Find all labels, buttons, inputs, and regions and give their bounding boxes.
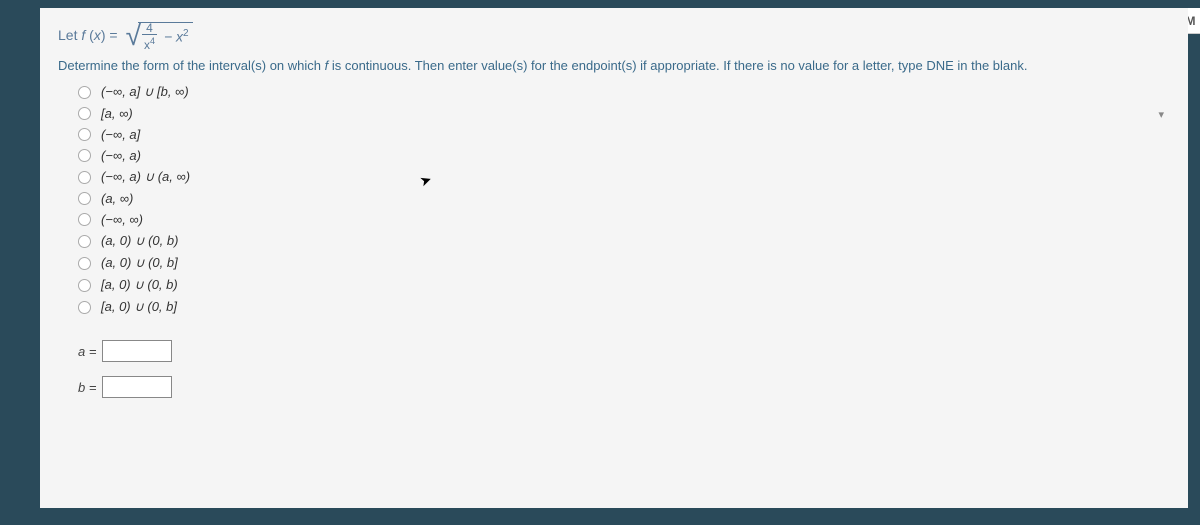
option-row[interactable]: [a, 0) ∪ (0, b): [58, 274, 1170, 296]
radio-icon[interactable]: [78, 257, 91, 270]
option-label: (−∞, a) ∪ (a, ∞): [101, 169, 190, 185]
question-page: Let f (x) = √ 4 x4 − x2 Determine the fo…: [40, 8, 1188, 508]
input-row-b: b =: [78, 376, 1170, 398]
option-row[interactable]: [a, 0) ∪ (0, b]: [58, 296, 1170, 318]
radio-icon[interactable]: [78, 192, 91, 205]
input-row-a: a =: [78, 340, 1170, 362]
radio-icon[interactable]: [78, 128, 91, 141]
option-row[interactable]: (a, 0) ∪ (0, b): [58, 230, 1170, 252]
option-label: (−∞, a]: [101, 127, 140, 142]
radio-icon[interactable]: [78, 301, 91, 314]
option-label: (a, 0) ∪ (0, b]: [101, 255, 178, 271]
endpoint-inputs: a = b =: [58, 340, 1170, 398]
radio-icon[interactable]: [78, 213, 91, 226]
option-label: (a, ∞): [101, 191, 133, 206]
radio-icon[interactable]: [78, 279, 91, 292]
radio-icon[interactable]: [78, 235, 91, 248]
a-label: a =: [78, 344, 96, 359]
radio-icon[interactable]: [78, 171, 91, 184]
radio-icon[interactable]: [78, 86, 91, 99]
b-input[interactable]: [102, 376, 172, 398]
equation-label: Let f (x) =: [58, 27, 118, 43]
sqrt-expression: √ 4 x4 − x2: [126, 22, 193, 48]
option-row[interactable]: (−∞, ∞): [58, 209, 1170, 230]
question-prompt: Determine the form of the interval(s) on…: [58, 58, 1170, 73]
b-label: b =: [78, 380, 96, 395]
option-label: (−∞, ∞): [101, 212, 143, 227]
fraction: 4 x4: [142, 22, 157, 51]
option-row[interactable]: (−∞, a) ∪ (a, ∞): [58, 166, 1170, 188]
option-row[interactable]: (−∞, a] ∪ [b, ∞): [58, 81, 1170, 103]
radio-icon[interactable]: [78, 107, 91, 120]
option-row[interactable]: (a, 0) ∪ (0, b]: [58, 252, 1170, 274]
option-label: [a, 0) ∪ (0, b]: [101, 299, 177, 315]
chevron-down-icon[interactable]: ▾: [1158, 108, 1164, 121]
radio-icon[interactable]: [78, 149, 91, 162]
minus-term: − x2: [164, 28, 189, 45]
a-input[interactable]: [102, 340, 172, 362]
option-label: [a, ∞): [101, 106, 133, 121]
option-label: (−∞, a] ∪ [b, ∞): [101, 84, 189, 100]
option-label: [a, 0) ∪ (0, b): [101, 277, 178, 293]
option-label: (a, 0) ∪ (0, b): [101, 233, 178, 249]
option-label: (−∞, a): [101, 148, 141, 163]
option-row[interactable]: (a, ∞): [58, 188, 1170, 209]
option-row[interactable]: [a, ∞): [58, 103, 1170, 124]
option-row[interactable]: (−∞, a): [58, 145, 1170, 166]
option-row[interactable]: (−∞, a]: [58, 124, 1170, 145]
equation: Let f (x) = √ 4 x4 − x2: [58, 22, 1170, 48]
